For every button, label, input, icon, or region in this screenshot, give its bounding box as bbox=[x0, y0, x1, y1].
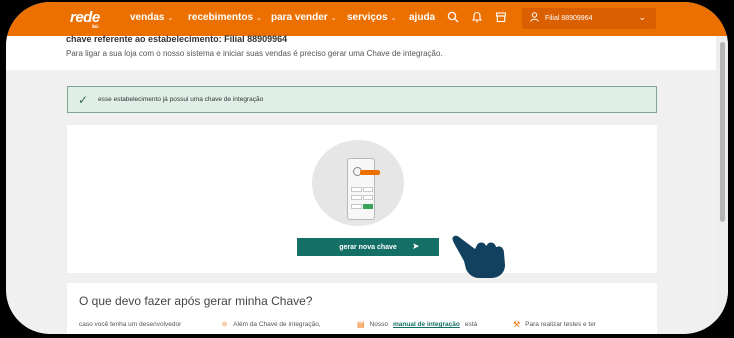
step-manual-prefix: Nosso bbox=[369, 321, 388, 328]
nav-para-vender-label: para vender bbox=[271, 12, 328, 23]
account-selector[interactable]: Filial 88909964 ⌄ bbox=[522, 8, 656, 29]
door-handle bbox=[360, 170, 380, 175]
step-developer: caso você tenha um desenvolvedor bbox=[79, 320, 181, 329]
page-title: chave referente ao estabelecimento: Fili… bbox=[66, 34, 288, 44]
cursor-icon: ➤ bbox=[412, 241, 420, 251]
document-icon: ▤ bbox=[357, 320, 365, 329]
store-icon[interactable] bbox=[495, 11, 507, 26]
nav-recebimentos-label: recebimentos bbox=[188, 12, 254, 23]
scrollbar-thumb[interactable] bbox=[720, 42, 725, 222]
nav-vendas[interactable]: vendas ⌄ bbox=[130, 12, 173, 23]
chevron-down-icon: ⌄ bbox=[167, 14, 174, 22]
section-title: O que devo fazer após gerar minha Chave? bbox=[79, 294, 313, 308]
keypad-key bbox=[351, 187, 362, 192]
success-alert: ✓ esse estabelecimento já possui uma cha… bbox=[67, 86, 657, 113]
pointing-hand-icon bbox=[451, 231, 507, 284]
check-icon: ✓ bbox=[78, 92, 89, 107]
nav-ajuda-label: ajuda bbox=[409, 12, 436, 23]
top-navigation: rede itaú vendas ⌄ recebimentos ⌄ para v… bbox=[6, 2, 728, 36]
keypad-key-confirm bbox=[362, 203, 373, 209]
account-label: Filial 88909964 bbox=[545, 15, 593, 22]
browser-screen: rede itaú vendas ⌄ recebimentos ⌄ para v… bbox=[6, 2, 728, 334]
user-icon bbox=[530, 12, 539, 25]
nav-para-vender[interactable]: para vender ⌄ bbox=[271, 12, 337, 23]
step-key: ⚛ Além da Chave de integração, bbox=[221, 320, 321, 329]
chevron-down-icon: ⌄ bbox=[390, 14, 397, 22]
chevron-down-icon: ⌄ bbox=[330, 14, 337, 22]
logo-subtext: itaú bbox=[92, 24, 99, 30]
step-manual: ▤ Nosso manual de integração está bbox=[357, 320, 477, 329]
page-header: chave referente ao estabelecimento: Fili… bbox=[6, 34, 716, 70]
rede-logo[interactable]: rede itaú bbox=[70, 9, 100, 30]
keypad-key bbox=[351, 203, 362, 209]
integration-manual-link[interactable]: manual de integração bbox=[393, 320, 460, 329]
nav-recebimentos[interactable]: recebimentos ⌄ bbox=[188, 12, 262, 23]
device-frame: rede itaú vendas ⌄ recebimentos ⌄ para v… bbox=[0, 0, 734, 338]
integration-key-card: gerar nova chave ➤ bbox=[67, 125, 657, 278]
step-key-text: Além da Chave de integração, bbox=[233, 321, 321, 328]
step-tests: ⚒ Para realizar testes e ter bbox=[513, 320, 596, 329]
nav-vendas-label: vendas bbox=[130, 12, 165, 23]
nav-servicos-label: serviços bbox=[347, 12, 388, 23]
keypad-illustration bbox=[351, 187, 373, 211]
tool-icon: ⚒ bbox=[513, 320, 521, 329]
alert-message: esse estabelecimento já possui uma chave… bbox=[98, 96, 264, 103]
keypad-key bbox=[362, 195, 373, 201]
bell-icon[interactable] bbox=[471, 11, 483, 26]
nav-servicos[interactable]: serviços ⌄ bbox=[347, 12, 396, 23]
nav-ajuda[interactable]: ajuda bbox=[409, 12, 435, 23]
chevron-down-icon: ⌄ bbox=[256, 14, 262, 22]
next-steps-section: O que devo fazer após gerar minha Chave?… bbox=[67, 283, 657, 334]
search-icon[interactable] bbox=[447, 11, 459, 26]
chevron-down-icon: ⌄ bbox=[638, 12, 646, 22]
keypad-key bbox=[362, 187, 373, 192]
step-manual-suffix: está bbox=[464, 321, 478, 328]
step-tests-text: Para realizar testes e ter bbox=[525, 321, 596, 328]
step-developer-text: caso você tenha um desenvolvedor bbox=[79, 321, 182, 328]
keypad-key bbox=[351, 195, 362, 201]
page-description: Para ligar a sua loja com o nosso sistem… bbox=[66, 49, 443, 58]
key-icon: ⚛ bbox=[221, 320, 229, 329]
